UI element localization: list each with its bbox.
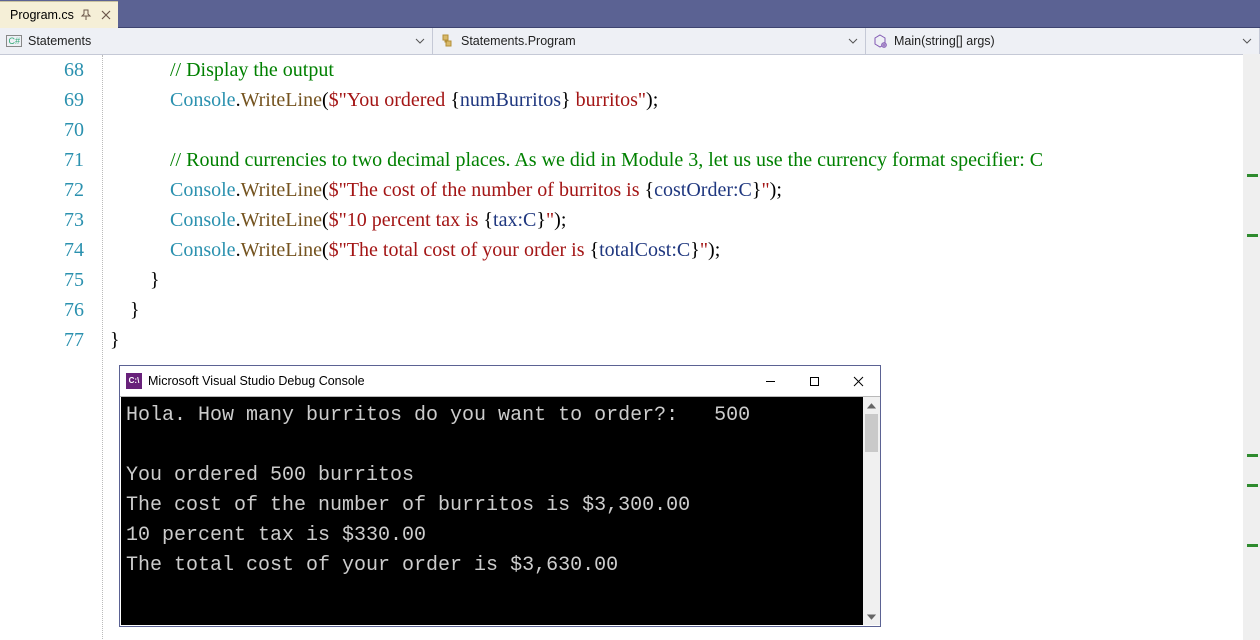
code-line: Console.WriteLine($"You ordered {numBurr… xyxy=(110,85,1260,115)
scroll-down-icon[interactable] xyxy=(863,608,880,625)
code-line: } xyxy=(110,295,1260,325)
class-icon xyxy=(439,33,455,49)
csharp-badge-icon: C# xyxy=(6,33,22,49)
console-app-icon: C:\ xyxy=(126,373,142,389)
code-line: } xyxy=(110,325,1260,355)
scroll-mark xyxy=(1247,484,1258,487)
chevron-down-icon[interactable] xyxy=(845,33,861,49)
line-number: 73 xyxy=(0,205,84,235)
maximize-button[interactable] xyxy=(792,366,836,396)
navigation-bar: C# Statements Statements.Program Main(st… xyxy=(0,28,1260,55)
file-tab-label: Program.cs xyxy=(10,8,74,22)
line-number: 76 xyxy=(0,295,84,325)
line-number-gutter: 68697071727374757677 xyxy=(0,55,98,640)
close-button[interactable] xyxy=(836,366,880,396)
line-number: 75 xyxy=(0,265,84,295)
scroll-mark xyxy=(1247,454,1258,457)
debug-console-window: C:\ Microsoft Visual Studio Debug Consol… xyxy=(119,365,881,627)
svg-text:C#: C# xyxy=(9,36,21,46)
scroll-marker-strip[interactable] xyxy=(1243,54,1260,640)
line-number: 68 xyxy=(0,55,84,85)
nav-scope-dropdown[interactable]: C# Statements xyxy=(0,28,433,54)
nav-class-dropdown[interactable]: Statements.Program xyxy=(433,28,866,54)
scroll-mark xyxy=(1247,174,1258,177)
code-line: // Display the output xyxy=(110,55,1260,85)
line-number: 71 xyxy=(0,145,84,175)
pin-icon[interactable] xyxy=(78,7,94,23)
line-number: 70 xyxy=(0,115,84,145)
close-icon[interactable] xyxy=(98,7,114,23)
nav-scope-label: Statements xyxy=(28,34,91,48)
code-line: Console.WriteLine($"10 percent tax is {t… xyxy=(110,205,1260,235)
line-number: 72 xyxy=(0,175,84,205)
code-line: } xyxy=(110,265,1260,295)
console-titlebar[interactable]: C:\ Microsoft Visual Studio Debug Consol… xyxy=(120,366,880,397)
editor-tabstrip: Program.cs xyxy=(0,0,1260,28)
code-line: Console.WriteLine($"The total cost of yo… xyxy=(110,235,1260,265)
nav-class-label: Statements.Program xyxy=(461,34,576,48)
chevron-down-icon[interactable] xyxy=(412,33,428,49)
scroll-mark xyxy=(1247,544,1258,547)
scroll-mark xyxy=(1247,234,1258,237)
nav-member-label: Main(string[] args) xyxy=(894,34,995,48)
nav-member-dropdown[interactable]: Main(string[] args) xyxy=(866,28,1260,54)
line-number: 77 xyxy=(0,325,84,355)
scroll-up-icon[interactable] xyxy=(863,397,880,414)
method-icon xyxy=(872,33,888,49)
console-output[interactable]: Hola. How many burritos do you want to o… xyxy=(120,397,863,625)
console-title-text: Microsoft Visual Studio Debug Console xyxy=(148,374,748,388)
code-line: Console.WriteLine($"The cost of the numb… xyxy=(110,175,1260,205)
console-scrollbar[interactable] xyxy=(863,397,880,625)
scroll-thumb[interactable] xyxy=(865,414,878,452)
line-number: 74 xyxy=(0,235,84,265)
code-line xyxy=(110,115,1260,145)
minimize-button[interactable] xyxy=(748,366,792,396)
chevron-down-icon[interactable] xyxy=(1239,33,1255,49)
file-tab-program-cs[interactable]: Program.cs xyxy=(0,1,118,28)
outlining-margin xyxy=(98,55,110,640)
line-number: 69 xyxy=(0,85,84,115)
code-line: // Round currencies to two decimal place… xyxy=(110,145,1260,175)
